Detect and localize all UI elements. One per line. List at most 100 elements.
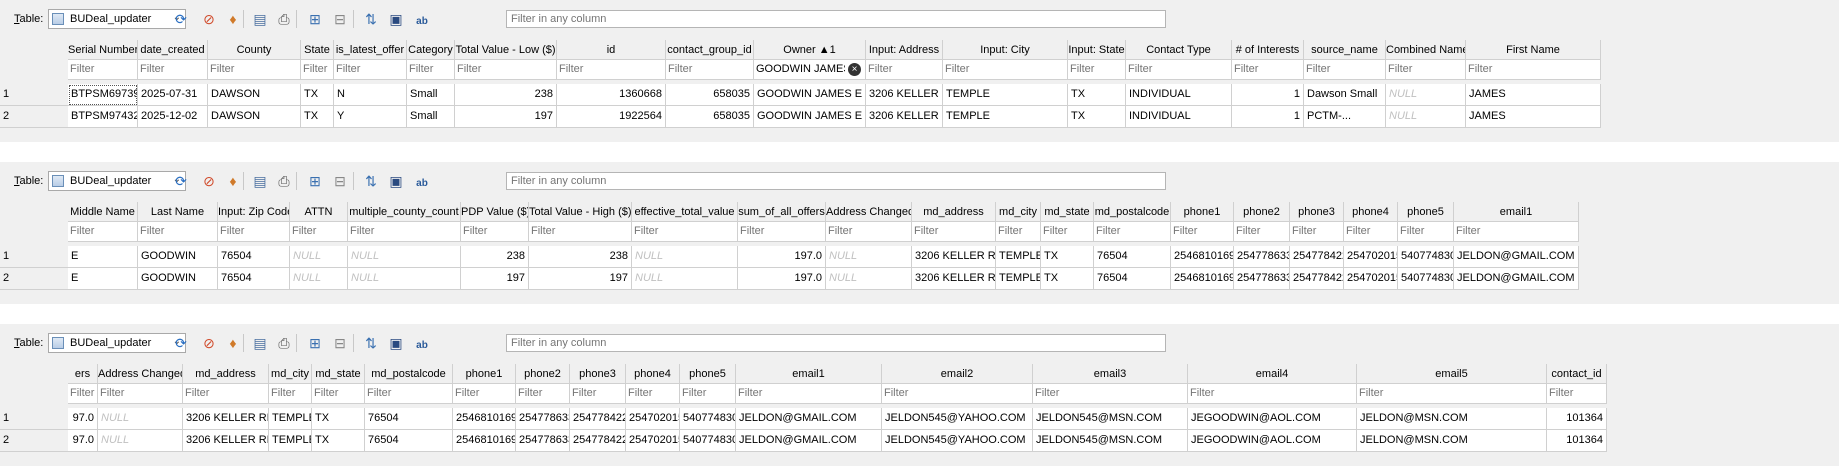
table-cell[interactable]: NULL (98, 430, 183, 452)
table-cell[interactable]: JAMES (1466, 106, 1601, 128)
table-cell[interactable]: 197.0 (738, 246, 826, 268)
table-cell[interactable]: 2547020156 (626, 430, 680, 452)
table-cell[interactable]: NULL (98, 408, 183, 430)
table-cell[interactable]: 3206 KELLER RD (912, 268, 996, 290)
column-filter-input[interactable] (559, 62, 659, 76)
table-cell[interactable]: 197.0 (738, 268, 826, 290)
column-filter[interactable] (348, 222, 461, 242)
column-filter-input[interactable] (531, 224, 625, 238)
table-cell[interactable]: JELDON545@MSN.COM (1033, 430, 1188, 452)
column-header[interactable]: md_address (912, 202, 996, 222)
column-filter[interactable] (453, 384, 516, 404)
table-cell[interactable]: 2547020156 (1344, 268, 1398, 290)
table-cell[interactable]: E (68, 268, 138, 290)
refresh-button[interactable]: ⟳ (171, 171, 191, 191)
column-filter-input[interactable] (350, 224, 454, 238)
table-cell[interactable]: 2547020156 (1344, 246, 1398, 268)
column-filter[interactable] (1547, 384, 1607, 404)
column-filter-input[interactable] (1549, 386, 1604, 400)
table-cell[interactable]: JELDON@MSN.COM (1357, 408, 1547, 430)
column-filter[interactable] (98, 384, 183, 404)
clear-filter-button[interactable]: ⊘ (199, 171, 219, 191)
table-cell[interactable]: 5407748302 (680, 430, 736, 452)
column-filter-input[interactable] (518, 386, 567, 400)
table-cell[interactable]: 76504 (365, 408, 453, 430)
row-number[interactable]: 1 (0, 246, 68, 268)
table-cell[interactable]: JELDON545@YAHOO.COM (882, 408, 1033, 430)
column-filter-input[interactable] (998, 224, 1039, 238)
column-filter[interactable] (516, 384, 570, 404)
table-cell[interactable]: 1 (1232, 106, 1304, 128)
table-cell[interactable]: 2547786330 (516, 408, 570, 430)
column-filter-input[interactable] (409, 62, 453, 76)
column-header[interactable]: Total Value - Low ($) (455, 40, 557, 60)
delete-record-button[interactable]: ⊟ (330, 171, 350, 191)
table-cell[interactable]: BTPSM697396 (68, 84, 138, 106)
column-filter-input[interactable] (682, 386, 733, 400)
column-header[interactable]: # of Interests (1232, 40, 1304, 60)
column-filter[interactable] (1357, 384, 1547, 404)
column-filter-input[interactable] (740, 224, 821, 238)
table-cell[interactable]: JELDON@GMAIL.COM (1454, 246, 1579, 268)
insert-record-button[interactable]: ⊞ (305, 9, 325, 29)
refresh-button[interactable]: ⟳ (171, 9, 191, 29)
column-filter[interactable] (1041, 222, 1094, 242)
spell-button[interactable]: ab (412, 333, 432, 353)
table-cell[interactable]: NULL (632, 268, 738, 290)
find-button[interactable]: ▣ (386, 171, 406, 191)
table-cell[interactable]: 2547786330 (1234, 268, 1290, 290)
table-cell[interactable]: 197 (529, 268, 632, 290)
table-cell[interactable]: TEMPLE (269, 408, 312, 430)
table-cell[interactable]: INDIVIDUAL (1126, 84, 1232, 106)
row-number[interactable]: 2 (0, 268, 68, 290)
table-cell[interactable]: TX (1068, 84, 1126, 106)
table-cell[interactable]: 2546810169 (1171, 268, 1234, 290)
column-filter-input[interactable] (1388, 62, 1461, 76)
filter-edit-button[interactable]: ♦ (223, 171, 243, 191)
column-filter-input[interactable] (756, 62, 845, 76)
table-cell[interactable]: Y (334, 106, 407, 128)
table-cell[interactable]: JELDON545@YAHOO.COM (882, 430, 1033, 452)
table-cell[interactable]: JELDON@MSN.COM (1357, 430, 1547, 452)
column-filter-input[interactable] (455, 386, 513, 400)
column-header[interactable]: email1 (1454, 202, 1579, 222)
table-cell[interactable]: NULL (632, 246, 738, 268)
column-filter-input[interactable] (463, 224, 525, 238)
table-cell[interactable]: 76504 (218, 268, 290, 290)
column-filter[interactable] (866, 60, 943, 80)
column-header[interactable]: Middle Name (68, 202, 138, 222)
column-filter-input[interactable] (140, 224, 213, 238)
column-filter[interactable] (269, 384, 312, 404)
column-header[interactable]: Address Changed (826, 202, 912, 222)
column-filter[interactable] (666, 60, 754, 80)
table-cell[interactable]: 2546810169 (453, 408, 516, 430)
clear-filter-circle-icon[interactable]: × (848, 63, 861, 76)
table-cell[interactable]: DAWSON (208, 84, 301, 106)
column-filter[interactable]: × (754, 60, 866, 80)
print-button[interactable]: ⎙ (274, 9, 294, 29)
column-filter-input[interactable] (828, 224, 907, 238)
find-button[interactable]: ▣ (386, 9, 406, 29)
column-header[interactable]: phone3 (1290, 202, 1344, 222)
table-cell[interactable]: NULL (1386, 106, 1466, 128)
column-header[interactable]: phone5 (1398, 202, 1454, 222)
table-cell[interactable]: TX (1068, 106, 1126, 128)
column-header[interactable]: Total Value - High ($) (529, 202, 632, 222)
column-header[interactable]: State (301, 40, 334, 60)
table-cell[interactable]: INDIVIDUAL (1126, 106, 1232, 128)
column-header[interactable]: md_state (312, 364, 365, 384)
table-cell[interactable]: NULL (348, 246, 461, 268)
insert-record-button[interactable]: ⊞ (305, 171, 325, 191)
column-filter-input[interactable] (884, 386, 1022, 400)
table-cell[interactable]: 3206 KELLER RD (866, 106, 943, 128)
table-cell[interactable]: TX (1041, 268, 1094, 290)
table-cell[interactable]: JELDON@GMAIL.COM (736, 430, 882, 452)
column-filter-input[interactable] (336, 62, 403, 76)
column-header[interactable]: Address Changed (98, 364, 183, 384)
table-cell[interactable]: JELDON@GMAIL.COM (736, 408, 882, 430)
column-filter-input[interactable] (367, 386, 448, 400)
column-filter[interactable] (826, 222, 912, 242)
table-cell[interactable]: NULL (826, 246, 912, 268)
column-header[interactable]: email1 (736, 364, 882, 384)
column-header[interactable]: multiple_county_count (348, 202, 461, 222)
